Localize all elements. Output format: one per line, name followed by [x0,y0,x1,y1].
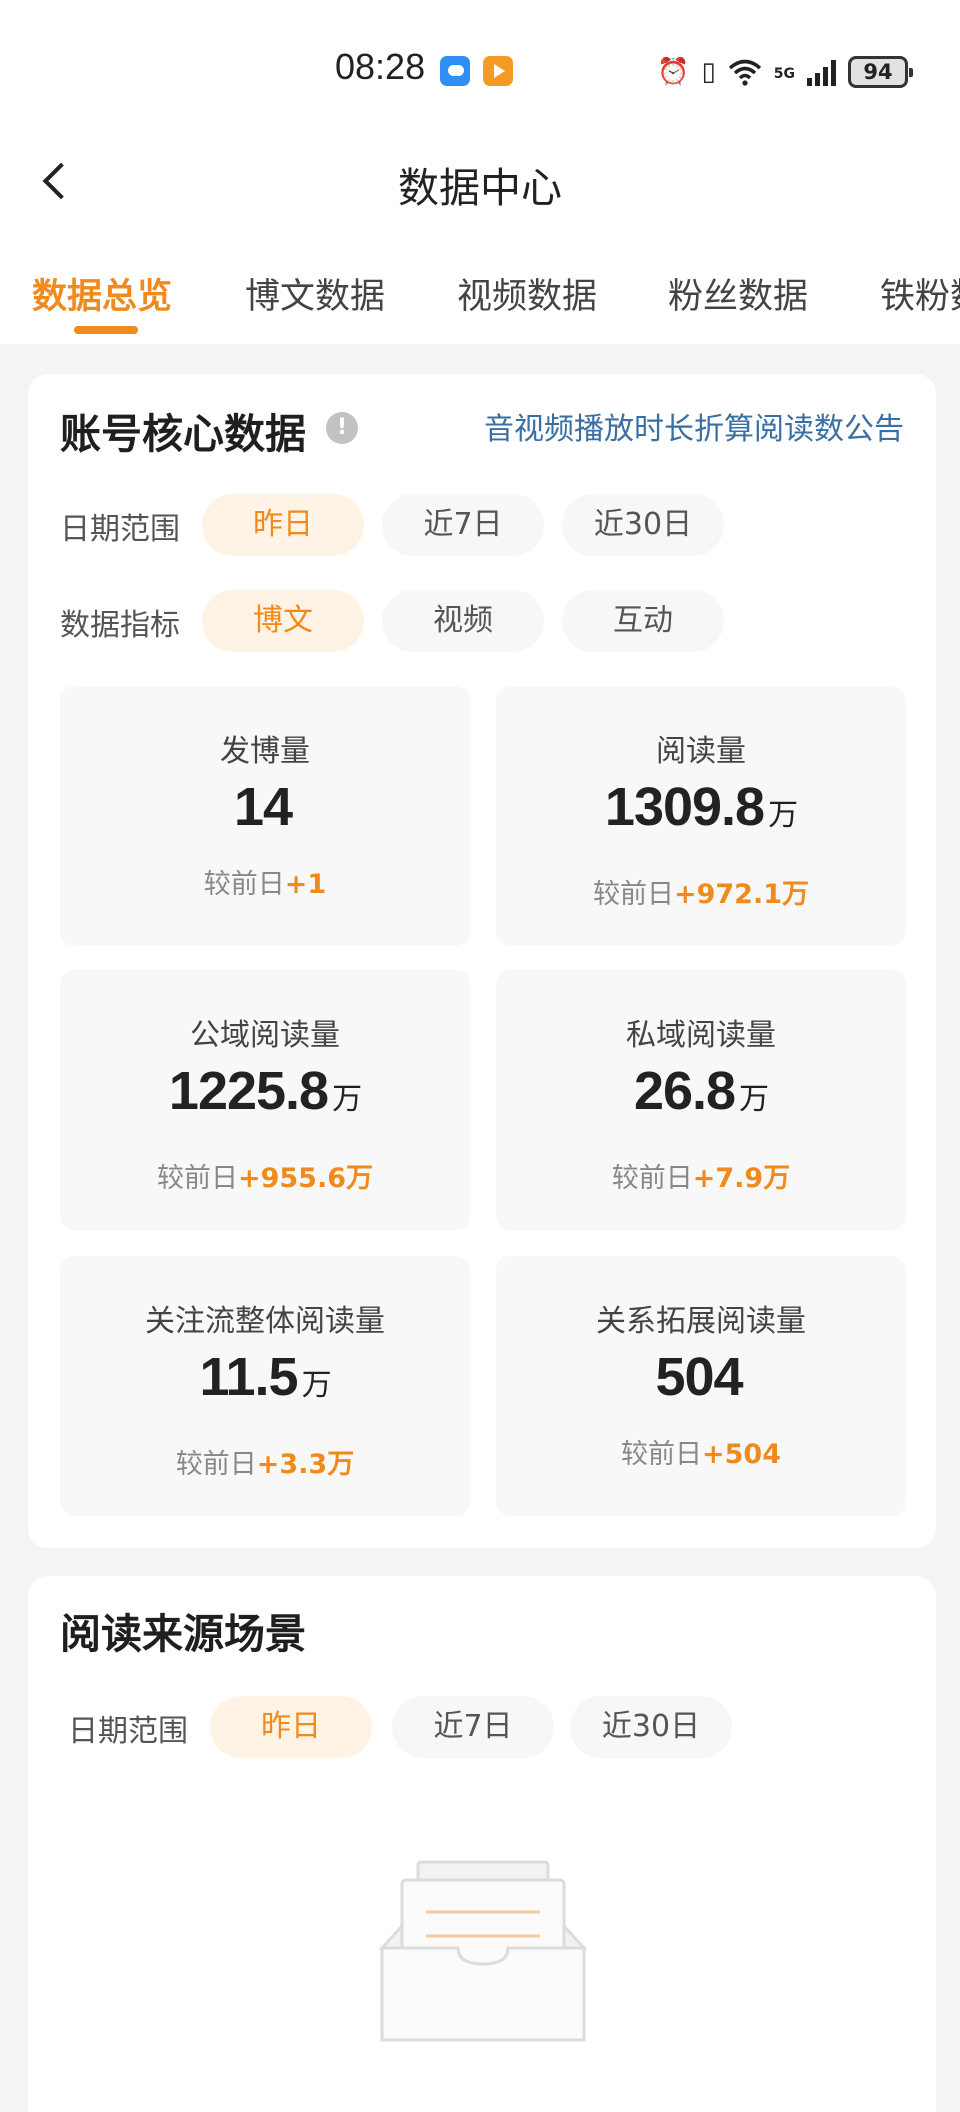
metric-compare: 较前日+1 [203,869,327,900]
metric-compare: 较前日+504 [621,1439,781,1470]
metric-card-posts[interactable]: 发博量 14 较前日+1 [60,686,470,946]
source-date-range-label: 日期范围 [68,1714,188,1749]
tab-post-data[interactable]: 博文数据 [245,268,385,319]
metric-value: 26.8 万 [633,1061,769,1121]
nav-bar: 数据中心 [0,140,960,220]
metric-compare: 较前日+7.9万 [611,1163,791,1194]
conversion-notice-link[interactable]: 音视频播放时长折算阅读数公告 [484,404,904,448]
metric-compare: 较前日+3.3万 [175,1449,355,1480]
metric-compare: 较前日+972.1万 [592,879,810,910]
metric-compare: 较前日+955.6万 [156,1163,374,1194]
date-option-30days[interactable]: 近30日 [562,494,724,556]
tab-fans-data[interactable]: 粉丝数据 [668,268,808,319]
metric-label: 私域阅读量 [626,1018,776,1053]
metric-value: 1225.8 万 [168,1061,362,1121]
read-source-card: 阅读来源场景 日期范围 昨日 近7日 近30日 [28,1576,936,2112]
metric-value: 504 [655,1347,743,1407]
network-5g-icon: 5G [773,66,795,82]
tab-bar: 数据总览 博文数据 视频数据 粉丝数据 铁粉数 [0,254,960,344]
signal-icon [807,58,836,86]
battery-level: 94 [863,60,893,84]
status-time: 08:28 [335,46,426,87]
core-data-title: 账号核心数据 [60,410,306,458]
status-icons: ⏰ ▯ 5G 94 [657,50,913,94]
metric-card-reads[interactable]: 阅读量 1309.8 万 较前日+972.1万 [496,686,906,946]
empty-inbox-icon [378,1860,588,2042]
core-data-card: 账号核心数据 ! 音视频播放时长折算阅读数公告 日期范围 昨日 近7日 近30日… [28,374,936,1548]
wifi-icon [728,59,761,86]
metric-card-public-reads[interactable]: 公域阅读量 1225.8 万 较前日+955.6万 [60,970,470,1230]
metric-option-posts[interactable]: 博文 [202,590,364,652]
alarm-icon: ⏰ [657,57,690,87]
app-header: 08:28 ⏰ ▯ 5G 94 数据中心 数据总览 博文数据 视频数据 粉丝数据… [0,0,960,344]
tab-iron-fans-data[interactable]: 铁粉数 [880,268,960,319]
date-range-label: 日期范围 [60,512,180,547]
metric-card-follow-feed-reads[interactable]: 关注流整体阅读量 11.5 万 较前日+3.3万 [60,1256,470,1516]
info-icon[interactable]: ! [326,412,358,444]
page-title: 数据中心 [398,164,562,212]
metric-value: 11.5 万 [199,1347,331,1407]
battery-icon: 94 [848,56,913,88]
tab-overview[interactable]: 数据总览 [32,268,172,319]
date-option-7days[interactable]: 近7日 [382,494,544,556]
metric-label: 发博量 [220,734,310,769]
status-bar: 08:28 ⏰ ▯ 5G 94 [0,0,960,140]
source-date-option-7days[interactable]: 近7日 [392,1696,554,1758]
vibrate-icon: ▯ [701,57,716,87]
tab-video-data[interactable]: 视频数据 [457,268,597,319]
metric-label: 关注流整体阅读量 [145,1304,385,1339]
metric-label: 阅读量 [656,734,746,769]
tab-active-indicator [74,326,138,334]
weather-app-icon [440,56,470,86]
source-date-option-yesterday[interactable]: 昨日 [210,1696,372,1758]
metric-option-video[interactable]: 视频 [382,590,544,652]
metric-type-label: 数据指标 [60,608,180,643]
read-source-title: 阅读来源场景 [60,1610,306,1658]
metric-value: 1309.8 万 [604,777,798,837]
date-option-yesterday[interactable]: 昨日 [202,494,364,556]
metric-option-interaction[interactable]: 互动 [562,590,724,652]
metric-label: 关系拓展阅读量 [596,1304,806,1339]
video-app-icon [483,56,513,86]
source-date-option-30days[interactable]: 近30日 [570,1696,732,1758]
metric-card-relation-reads[interactable]: 关系拓展阅读量 504 较前日+504 [496,1256,906,1516]
metric-card-private-reads[interactable]: 私域阅读量 26.8 万 较前日+7.9万 [496,970,906,1230]
metric-value: 14 [233,777,293,837]
metric-label: 公域阅读量 [190,1018,340,1053]
